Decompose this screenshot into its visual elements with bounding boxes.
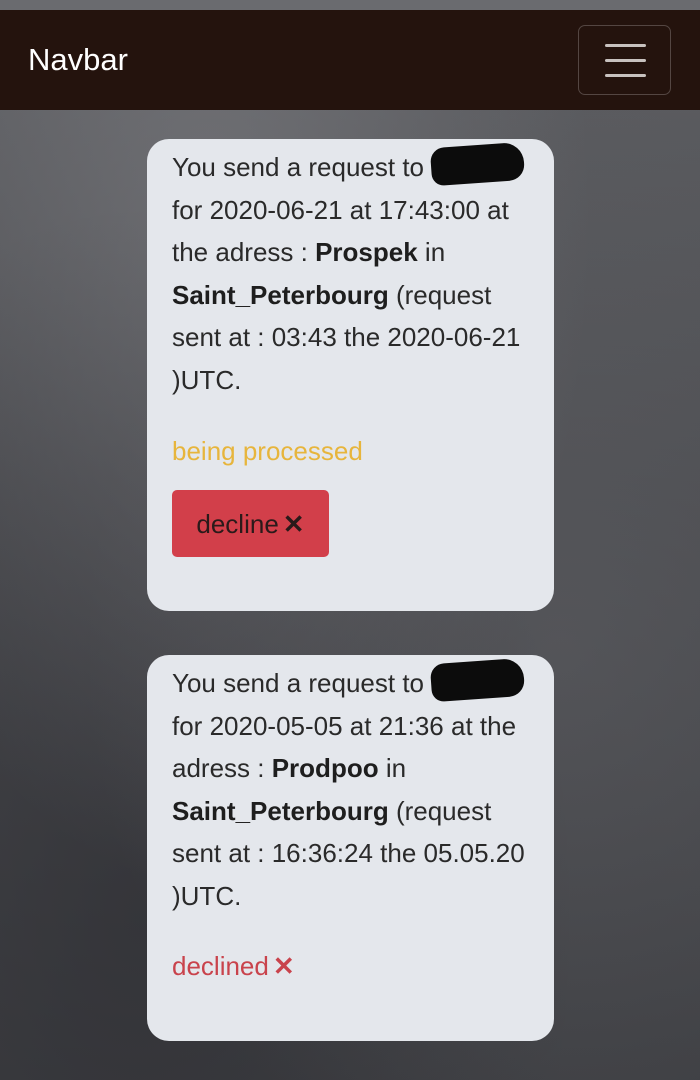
redacted-name [430, 141, 526, 187]
navbar-toggler-button[interactable] [578, 25, 671, 95]
request-intro: You send a request to [172, 668, 425, 698]
status-declined-label: declined [172, 950, 269, 981]
navbar: Navbar [0, 10, 700, 110]
request-in-text: in [417, 237, 446, 268]
decline-button-label: decline [196, 508, 279, 539]
request-city: Saint_Peterbourg [172, 279, 389, 310]
status-strip [0, 0, 700, 10]
request-place: Prodpoo [271, 753, 379, 784]
request-message: You send a request to for 2020-06-21 at … [172, 141, 534, 402]
request-card: You send a request to for 2020-06-21 at … [147, 139, 554, 611]
request-card: You send a request to for 2020-05-05 at … [147, 655, 554, 1041]
navbar-brand[interactable]: Navbar [28, 40, 128, 80]
redacted-name [430, 657, 526, 703]
close-icon: ✕ [272, 950, 295, 981]
decline-button[interactable]: decline ✕ [172, 489, 329, 557]
request-in-text: in [378, 753, 407, 784]
close-icon: ✕ [282, 508, 305, 539]
status-declined: declined ✕ [172, 946, 534, 986]
request-city: Saint_Peterbourg [172, 795, 389, 826]
request-message: You send a request to for 2020-05-05 at … [172, 657, 534, 918]
status-being-processed: being processed [172, 435, 363, 466]
request-place: Prospek [315, 237, 418, 268]
request-intro: You send a request to [172, 152, 425, 182]
